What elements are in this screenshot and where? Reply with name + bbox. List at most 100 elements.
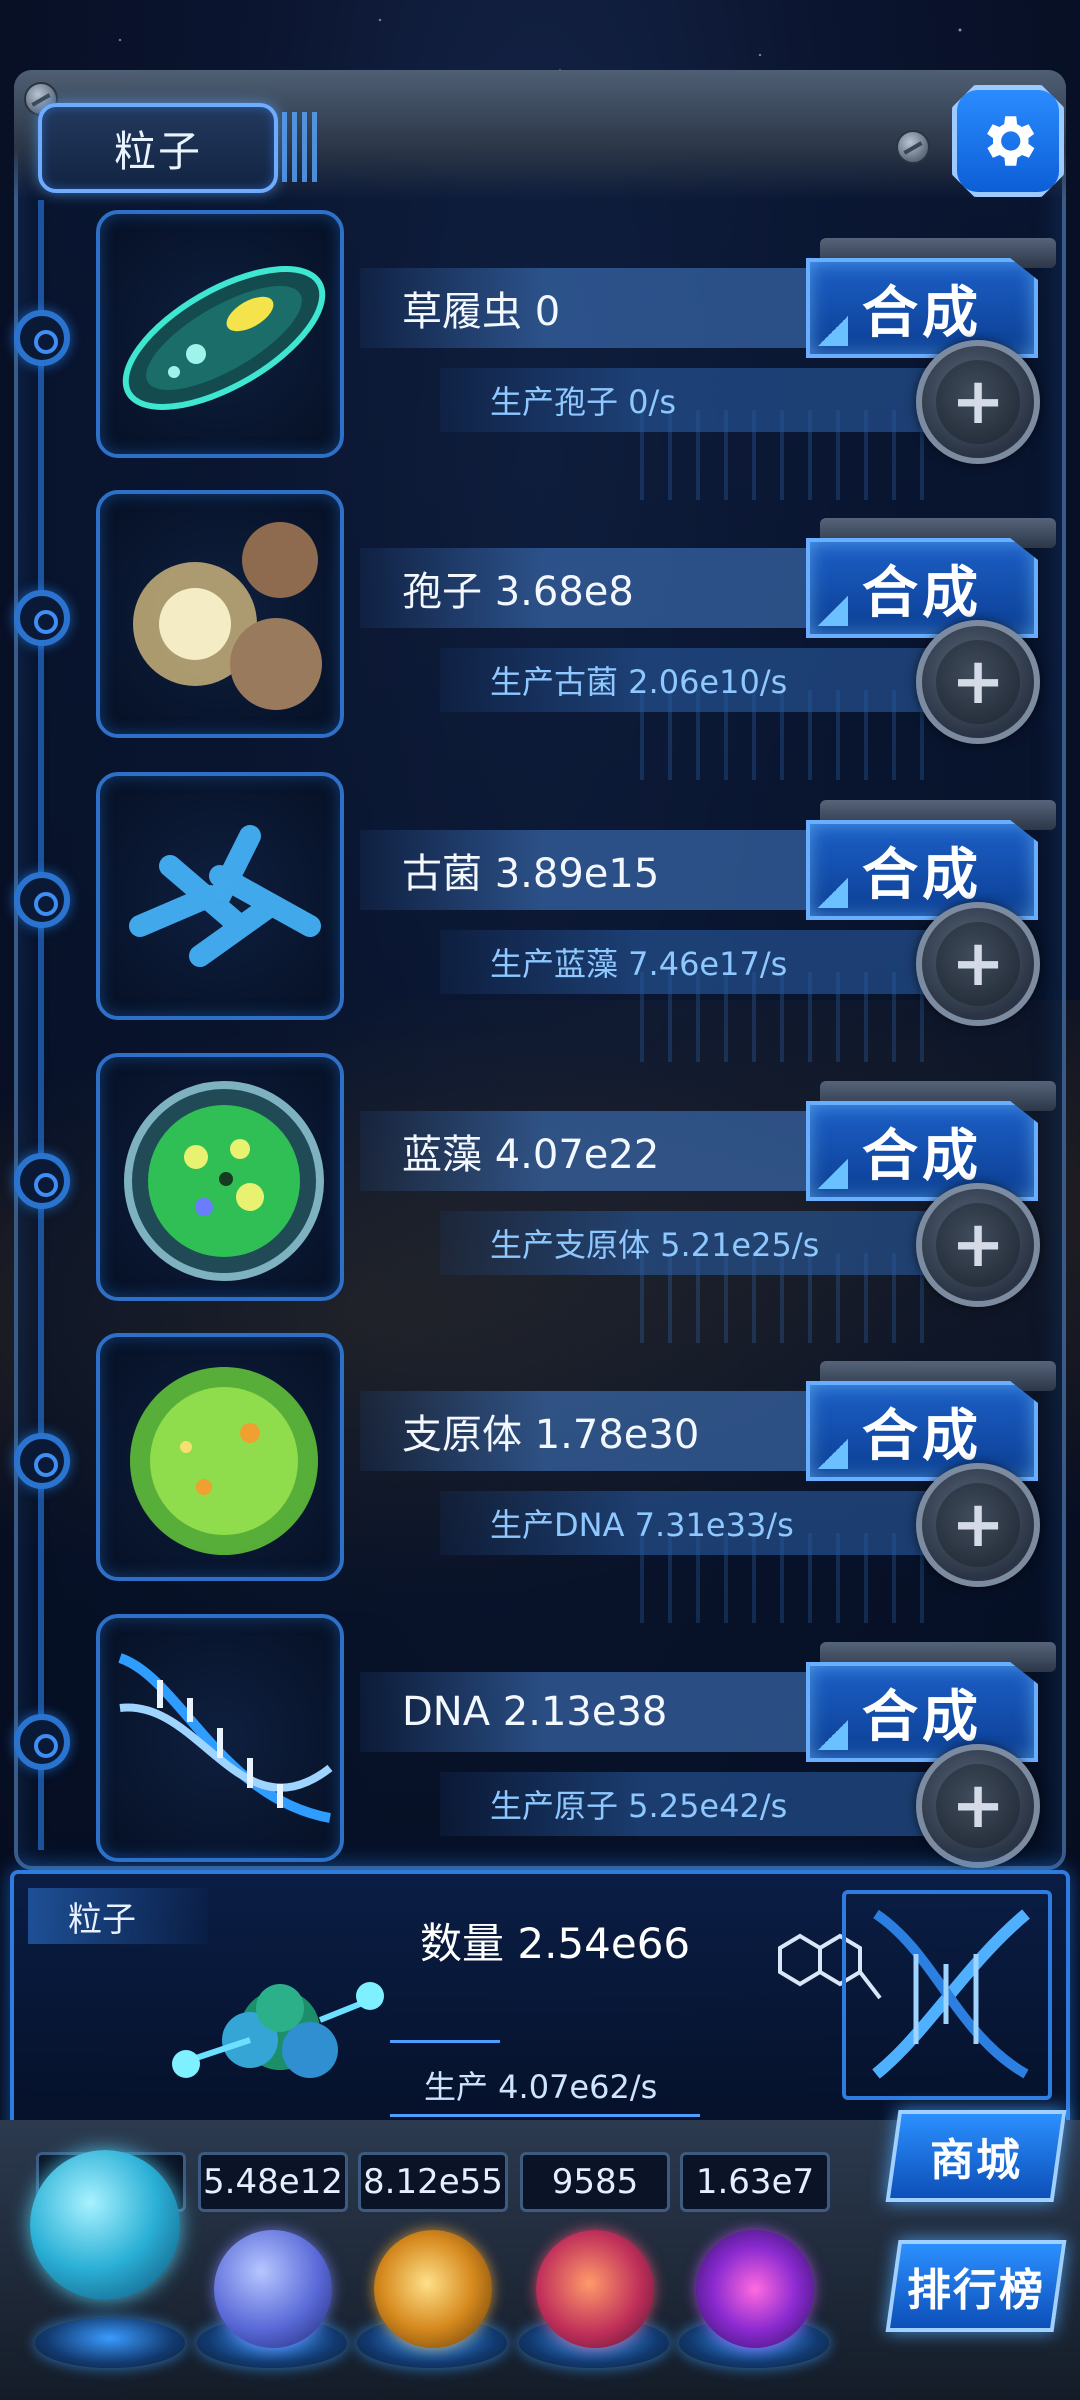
tab-stripes-decoration bbox=[282, 112, 322, 182]
upgrade-plus-button[interactable]: + bbox=[916, 340, 1040, 464]
plus-icon-holder: + bbox=[936, 1764, 1020, 1848]
corner-decoration bbox=[818, 1439, 848, 1469]
panel-connector-line bbox=[390, 2114, 700, 2117]
plus-icon: + bbox=[951, 645, 1005, 719]
particle-panel-title: 粒子 bbox=[68, 1899, 136, 1940]
organism-name: 支原体 1.78e30 bbox=[402, 1412, 700, 1458]
page-title: 粒子 bbox=[113, 126, 202, 176]
particle-molecule-icon bbox=[172, 1982, 384, 2078]
particle-panel-tab: 粒子 bbox=[28, 1888, 208, 1944]
synthesize-label: 合成 bbox=[862, 842, 982, 908]
resource-counter: 1.63e7 bbox=[680, 2152, 830, 2212]
archaea-icon bbox=[96, 772, 344, 1020]
organism-name-bar: 支原体 1.78e30 bbox=[360, 1391, 820, 1471]
plus-icon: + bbox=[951, 365, 1005, 439]
plus-icon-holder: + bbox=[936, 360, 1020, 444]
synthesize-label: 合成 bbox=[862, 280, 982, 346]
synthesize-button[interactable]: 合成 bbox=[806, 258, 1038, 358]
production-rate: 生产DNA 7.31e33/s bbox=[490, 1506, 794, 1544]
paramecium-icon bbox=[96, 210, 344, 458]
plus-icon: + bbox=[951, 927, 1005, 1001]
particle-production: 生产 4.07e62/s bbox=[424, 2068, 658, 2106]
page-title-tab: 粒子 bbox=[38, 103, 278, 193]
shop-button[interactable]: 商城 bbox=[885, 2110, 1067, 2202]
ranking-button[interactable]: 排行榜 bbox=[885, 2240, 1067, 2332]
vortex-orb-icon[interactable] bbox=[696, 2230, 814, 2348]
organism-name-bar: 古菌 3.89e15 bbox=[360, 830, 820, 910]
ranking-label: 排行榜 bbox=[907, 2265, 1045, 2316]
panel-connector-line bbox=[390, 2040, 500, 2043]
atom-orb-icon[interactable] bbox=[30, 2150, 180, 2300]
upgrade-plus-button[interactable]: + bbox=[916, 902, 1040, 1026]
plus-icon-holder: + bbox=[936, 1483, 1020, 1567]
resource-counter: 5.48e12 bbox=[198, 2152, 348, 2212]
plus-icon: + bbox=[951, 1208, 1005, 1282]
resource-counter: 9585 bbox=[520, 2152, 670, 2212]
cyanobacteria-icon bbox=[96, 1053, 344, 1301]
spore-icon bbox=[96, 490, 344, 738]
corner-decoration bbox=[818, 596, 848, 626]
synthesize-button[interactable]: 合成 bbox=[806, 1662, 1038, 1762]
organism-name: 古菌 3.89e15 bbox=[402, 851, 660, 897]
synthesize-button[interactable]: 合成 bbox=[806, 1381, 1038, 1481]
organism-row-mycoplasma: 支原体 1.78e30 生产DNA 7.31e33/s 合成 + bbox=[0, 1333, 1080, 1623]
production-rate: 生产古菌 2.06e10/s bbox=[490, 663, 788, 701]
upgrade-plus-button[interactable]: + bbox=[916, 1183, 1040, 1307]
organism-row-paramecium: 草履虫 0 生产孢子 0/s 合成 + bbox=[0, 210, 1080, 500]
particle-count: 数量 2.54e66 bbox=[420, 1919, 691, 1968]
production-rate: 生产蓝藻 7.46e17/s bbox=[490, 945, 788, 983]
settings-button[interactable] bbox=[952, 85, 1064, 197]
plus-icon: + bbox=[951, 1488, 1005, 1562]
corner-decoration bbox=[818, 878, 848, 908]
organism-name: 蓝藻 4.07e22 bbox=[402, 1132, 660, 1178]
organism-row-dna: DNA 2.13e38 生产原子 5.25e42/s 合成 + bbox=[0, 1614, 1080, 1894]
organism-name-bar: 孢子 3.68e8 bbox=[360, 548, 820, 628]
gear-icon bbox=[987, 116, 1035, 166]
plus-icon-holder: + bbox=[936, 640, 1020, 724]
organism-name: 孢子 3.68e8 bbox=[402, 569, 634, 615]
production-bar: 生产原子 5.25e42/s bbox=[440, 1772, 950, 1836]
synthesize-label: 合成 bbox=[862, 1403, 982, 1469]
organism-name-bar: DNA 2.13e38 bbox=[360, 1672, 820, 1752]
corner-decoration bbox=[818, 1159, 848, 1189]
orb-pedestal bbox=[35, 2318, 185, 2368]
synthesize-label: 合成 bbox=[862, 560, 982, 626]
screw-decoration bbox=[896, 130, 930, 164]
synthesize-button[interactable]: 合成 bbox=[806, 1101, 1038, 1201]
production-rate: 生产原子 5.25e42/s bbox=[490, 1787, 788, 1825]
synthesize-button[interactable]: 合成 bbox=[806, 538, 1038, 638]
production-bar: 生产古菌 2.06e10/s bbox=[440, 648, 950, 712]
brain-orb-icon[interactable] bbox=[536, 2230, 654, 2348]
dna-scanner-icon bbox=[842, 1890, 1052, 2100]
corner-decoration bbox=[818, 316, 848, 346]
organism-name: 草履虫 0 bbox=[402, 289, 561, 335]
upgrade-plus-button[interactable]: + bbox=[916, 620, 1040, 744]
synthesize-label: 合成 bbox=[862, 1684, 982, 1750]
organism-row-spore: 孢子 3.68e8 生产古菌 2.06e10/s 合成 + bbox=[0, 490, 1080, 780]
production-bar: 生产蓝藻 7.46e17/s bbox=[440, 930, 950, 994]
dna-icon bbox=[96, 1614, 344, 1862]
organism-name-bar: 蓝藻 4.07e22 bbox=[360, 1111, 820, 1191]
synthesize-button[interactable]: 合成 bbox=[806, 820, 1038, 920]
plus-icon: + bbox=[951, 1769, 1005, 1843]
organism-name: DNA 2.13e38 bbox=[402, 1689, 668, 1735]
upgrade-plus-button[interactable]: + bbox=[916, 1744, 1040, 1868]
production-bar: 生产支原体 5.21e25/s bbox=[440, 1211, 950, 1275]
plus-icon-holder: + bbox=[936, 922, 1020, 1006]
shop-label: 商城 bbox=[930, 2135, 1022, 2186]
corner-decoration bbox=[818, 1720, 848, 1750]
production-bar: 生产孢子 0/s bbox=[440, 368, 950, 432]
organism-name-bar: 草履虫 0 bbox=[360, 268, 820, 348]
organism-row-archaea: 古菌 3.89e15 生产蓝藻 7.46e17/s 合成 + bbox=[0, 772, 1080, 1062]
lightning-orb-icon[interactable] bbox=[214, 2230, 332, 2348]
fire-orb-icon[interactable] bbox=[374, 2230, 492, 2348]
production-rate: 生产支原体 5.21e25/s bbox=[490, 1226, 820, 1264]
mycoplasma-icon bbox=[96, 1333, 344, 1581]
organism-row-cyanobacteria: 蓝藻 4.07e22 生产支原体 5.21e25/s 合成 + bbox=[0, 1053, 1080, 1343]
production-rate: 生产孢子 0/s bbox=[490, 383, 676, 421]
upgrade-plus-button[interactable]: + bbox=[916, 1463, 1040, 1587]
production-bar: 生产DNA 7.31e33/s bbox=[440, 1491, 950, 1555]
resource-counter: 8.12e55 bbox=[358, 2152, 508, 2212]
plus-icon-holder: + bbox=[936, 1203, 1020, 1287]
synthesize-label: 合成 bbox=[862, 1123, 982, 1189]
